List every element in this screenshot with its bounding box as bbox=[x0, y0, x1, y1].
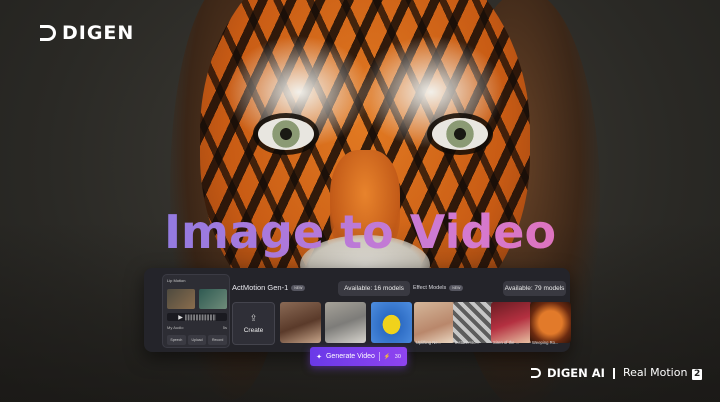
lip-motion-title: Lip Motion bbox=[167, 278, 186, 283]
audio-info-row: My Audio 5s bbox=[167, 325, 227, 330]
effect-card-caption: Uplifting Ne... bbox=[416, 340, 442, 345]
effect-models-title: Effect Models NEW bbox=[413, 285, 464, 291]
effect-model-card[interactable] bbox=[414, 302, 455, 343]
record-button[interactable]: Record bbox=[208, 335, 228, 345]
effect-card-caption: Instant Asc... bbox=[455, 340, 479, 345]
effect-card-caption: Siren of the ... bbox=[493, 340, 520, 345]
audio-name: My Audio bbox=[167, 325, 184, 330]
divider bbox=[378, 352, 380, 361]
generate-cost: 30 bbox=[394, 353, 401, 360]
digen-logo-icon bbox=[40, 25, 56, 41]
sparkle-icon: ✦ bbox=[316, 353, 322, 361]
effect-model-card[interactable] bbox=[530, 302, 571, 343]
upload-audio-button[interactable]: Upload bbox=[187, 335, 207, 345]
digen-brand-icon bbox=[531, 368, 541, 378]
create-label: Create bbox=[243, 326, 264, 334]
actmotion-model-card[interactable] bbox=[280, 302, 321, 343]
brand-version: 2 bbox=[691, 369, 703, 380]
actmotion-model-card[interactable] bbox=[325, 302, 366, 343]
headline-title: Image to Video bbox=[0, 204, 720, 260]
effect-card-caption: Weeping Ro... bbox=[532, 340, 559, 345]
digen-logo-text: DIGEN bbox=[62, 22, 135, 44]
brand-product: Real Motion 2 bbox=[622, 366, 703, 380]
brand-divider bbox=[612, 367, 615, 379]
effect-model-card[interactable] bbox=[453, 302, 494, 343]
speech-button[interactable]: Speech bbox=[167, 335, 186, 345]
audio-waveform[interactable]: ▶ |||||||||||||||||||| bbox=[167, 313, 227, 321]
actmotion-badge: NEW bbox=[291, 284, 306, 291]
digen-logo[interactable]: DIGEN bbox=[40, 22, 134, 44]
actmotion-model-card[interactable] bbox=[371, 302, 412, 343]
lip-motion-buttons: Speech Upload Record bbox=[167, 335, 228, 345]
brand-name: DIGEN AI bbox=[547, 366, 605, 380]
brand-product-name: Real Motion bbox=[622, 366, 688, 379]
actmotion-available-button[interactable]: Available: 16 models bbox=[338, 281, 410, 296]
effect-available-button[interactable]: Available: 79 models bbox=[503, 281, 566, 296]
lip-motion-card[interactable]: Lip Motion ▶ |||||||||||||||||||| My Aud… bbox=[162, 274, 230, 348]
upload-icon: ⇪ bbox=[249, 312, 258, 323]
lip-motion-thumb-2[interactable] bbox=[199, 289, 227, 309]
generate-video-button[interactable]: ✦ Generate Video ⚡ 30 bbox=[310, 347, 407, 366]
actmotion-title-text: ActMotion Gen-1 bbox=[232, 283, 289, 292]
brand-footer: DIGEN AI Real Motion 2 bbox=[531, 366, 703, 380]
generate-label: Generate Video bbox=[325, 353, 375, 360]
create-button[interactable]: ⇪ Create bbox=[232, 302, 275, 345]
effect-model-card[interactable] bbox=[491, 302, 532, 343]
audio-duration: 5s bbox=[222, 325, 227, 330]
actmotion-title: ActMotion Gen-1 NEW bbox=[232, 283, 306, 292]
effect-models-title-text: Effect Models bbox=[413, 285, 447, 291]
credit-icon: ⚡ bbox=[383, 353, 391, 360]
effect-models-badge: NEW bbox=[449, 285, 464, 291]
lip-motion-thumb-1[interactable] bbox=[167, 289, 195, 309]
